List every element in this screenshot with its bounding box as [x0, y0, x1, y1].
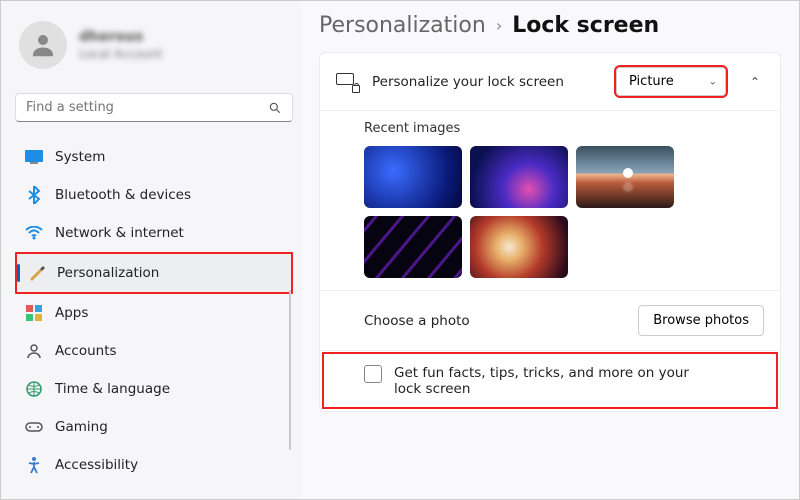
- choose-photo-label: Choose a photo: [364, 313, 624, 329]
- recent-image-thumb[interactable]: [364, 216, 462, 278]
- breadcrumb: Personalization › Lock screen: [319, 13, 781, 38]
- search-input[interactable]: [26, 100, 268, 115]
- avatar: [19, 21, 67, 69]
- recent-image-thumb[interactable]: [470, 216, 568, 278]
- sidebar-item-bluetooth[interactable]: Bluetooth & devices: [15, 176, 293, 214]
- recent-images-heading: Recent images: [364, 121, 764, 136]
- sidebar-item-label: Accessibility: [55, 457, 138, 473]
- profile-name: dherous: [79, 29, 162, 45]
- gaming-icon: [25, 418, 43, 436]
- sidebar-item-label: Gaming: [55, 419, 108, 435]
- recent-image-thumb[interactable]: [364, 146, 462, 208]
- sidebar-item-label: Bluetooth & devices: [55, 187, 191, 203]
- personalize-row[interactable]: Personalize your lock screen Picture ⌄ ⌃: [320, 53, 780, 111]
- fun-facts-row: Get fun facts, tips, tricks, and more on…: [320, 350, 780, 411]
- choose-photo-row: Choose a photo Browse photos: [320, 290, 780, 350]
- sidebar-item-system[interactable]: System: [15, 138, 293, 176]
- wifi-icon: [25, 224, 43, 242]
- collapse-toggle[interactable]: ⌃: [746, 75, 764, 89]
- scrollbar[interactable]: [289, 290, 291, 450]
- system-icon: [25, 148, 43, 166]
- sidebar-item-apps[interactable]: Apps: [15, 294, 293, 332]
- search-box[interactable]: [15, 93, 293, 122]
- sidebar: dherous Local Account System Bluetooth &…: [1, 1, 301, 499]
- fun-facts-checkbox[interactable]: [364, 365, 382, 383]
- bluetooth-icon: [25, 186, 43, 204]
- sidebar-item-network[interactable]: Network & internet: [15, 214, 293, 252]
- search-icon: [268, 101, 282, 115]
- sidebar-item-label: Apps: [55, 305, 88, 321]
- globe-clock-icon: [25, 380, 43, 398]
- apps-icon: [25, 304, 43, 322]
- recent-image-thumb[interactable]: [470, 146, 568, 208]
- sidebar-item-personalization[interactable]: Personalization: [15, 252, 293, 294]
- dropdown-value: Picture: [629, 74, 674, 89]
- chevron-down-icon: ⌄: [709, 76, 717, 87]
- sidebar-item-label: Personalization: [57, 265, 159, 281]
- browse-photos-button[interactable]: Browse photos: [638, 305, 764, 336]
- recent-images-grid: [364, 146, 704, 278]
- sidebar-item-gaming[interactable]: Gaming: [15, 408, 293, 446]
- main-content: Personalization › Lock screen Personaliz…: [301, 1, 799, 499]
- fun-facts-label: Get fun facts, tips, tricks, and more on…: [394, 365, 714, 397]
- sidebar-item-time-language[interactable]: Time & language: [15, 370, 293, 408]
- sidebar-item-label: System: [55, 149, 105, 165]
- sidebar-item-label: Network & internet: [55, 225, 184, 241]
- sidebar-item-accessibility[interactable]: Accessibility: [15, 446, 293, 484]
- personalize-label: Personalize your lock screen: [372, 74, 602, 90]
- accessibility-icon: [25, 456, 43, 474]
- sidebar-item-accounts[interactable]: Accounts: [15, 332, 293, 370]
- profile-text: dherous Local Account: [79, 29, 162, 61]
- brush-icon: [27, 264, 45, 282]
- sidebar-item-label: Time & language: [55, 381, 170, 397]
- chevron-right-icon: ›: [496, 16, 502, 35]
- profile-block[interactable]: dherous Local Account: [15, 13, 293, 85]
- breadcrumb-current: Lock screen: [512, 13, 659, 38]
- person-icon: [28, 30, 58, 60]
- breadcrumb-parent[interactable]: Personalization: [319, 13, 486, 38]
- lock-screen-icon: [336, 73, 358, 91]
- sidebar-item-label: Accounts: [55, 343, 117, 359]
- lock-screen-card: Personalize your lock screen Picture ⌄ ⌃…: [319, 52, 781, 412]
- background-type-dropdown[interactable]: Picture ⌄: [616, 67, 726, 96]
- profile-sub: Local Account: [79, 47, 162, 61]
- recent-images-section: Recent images: [320, 121, 780, 290]
- account-icon: [25, 342, 43, 360]
- recent-image-thumb[interactable]: [576, 146, 674, 208]
- nav-list: System Bluetooth & devices Network & int…: [15, 138, 293, 484]
